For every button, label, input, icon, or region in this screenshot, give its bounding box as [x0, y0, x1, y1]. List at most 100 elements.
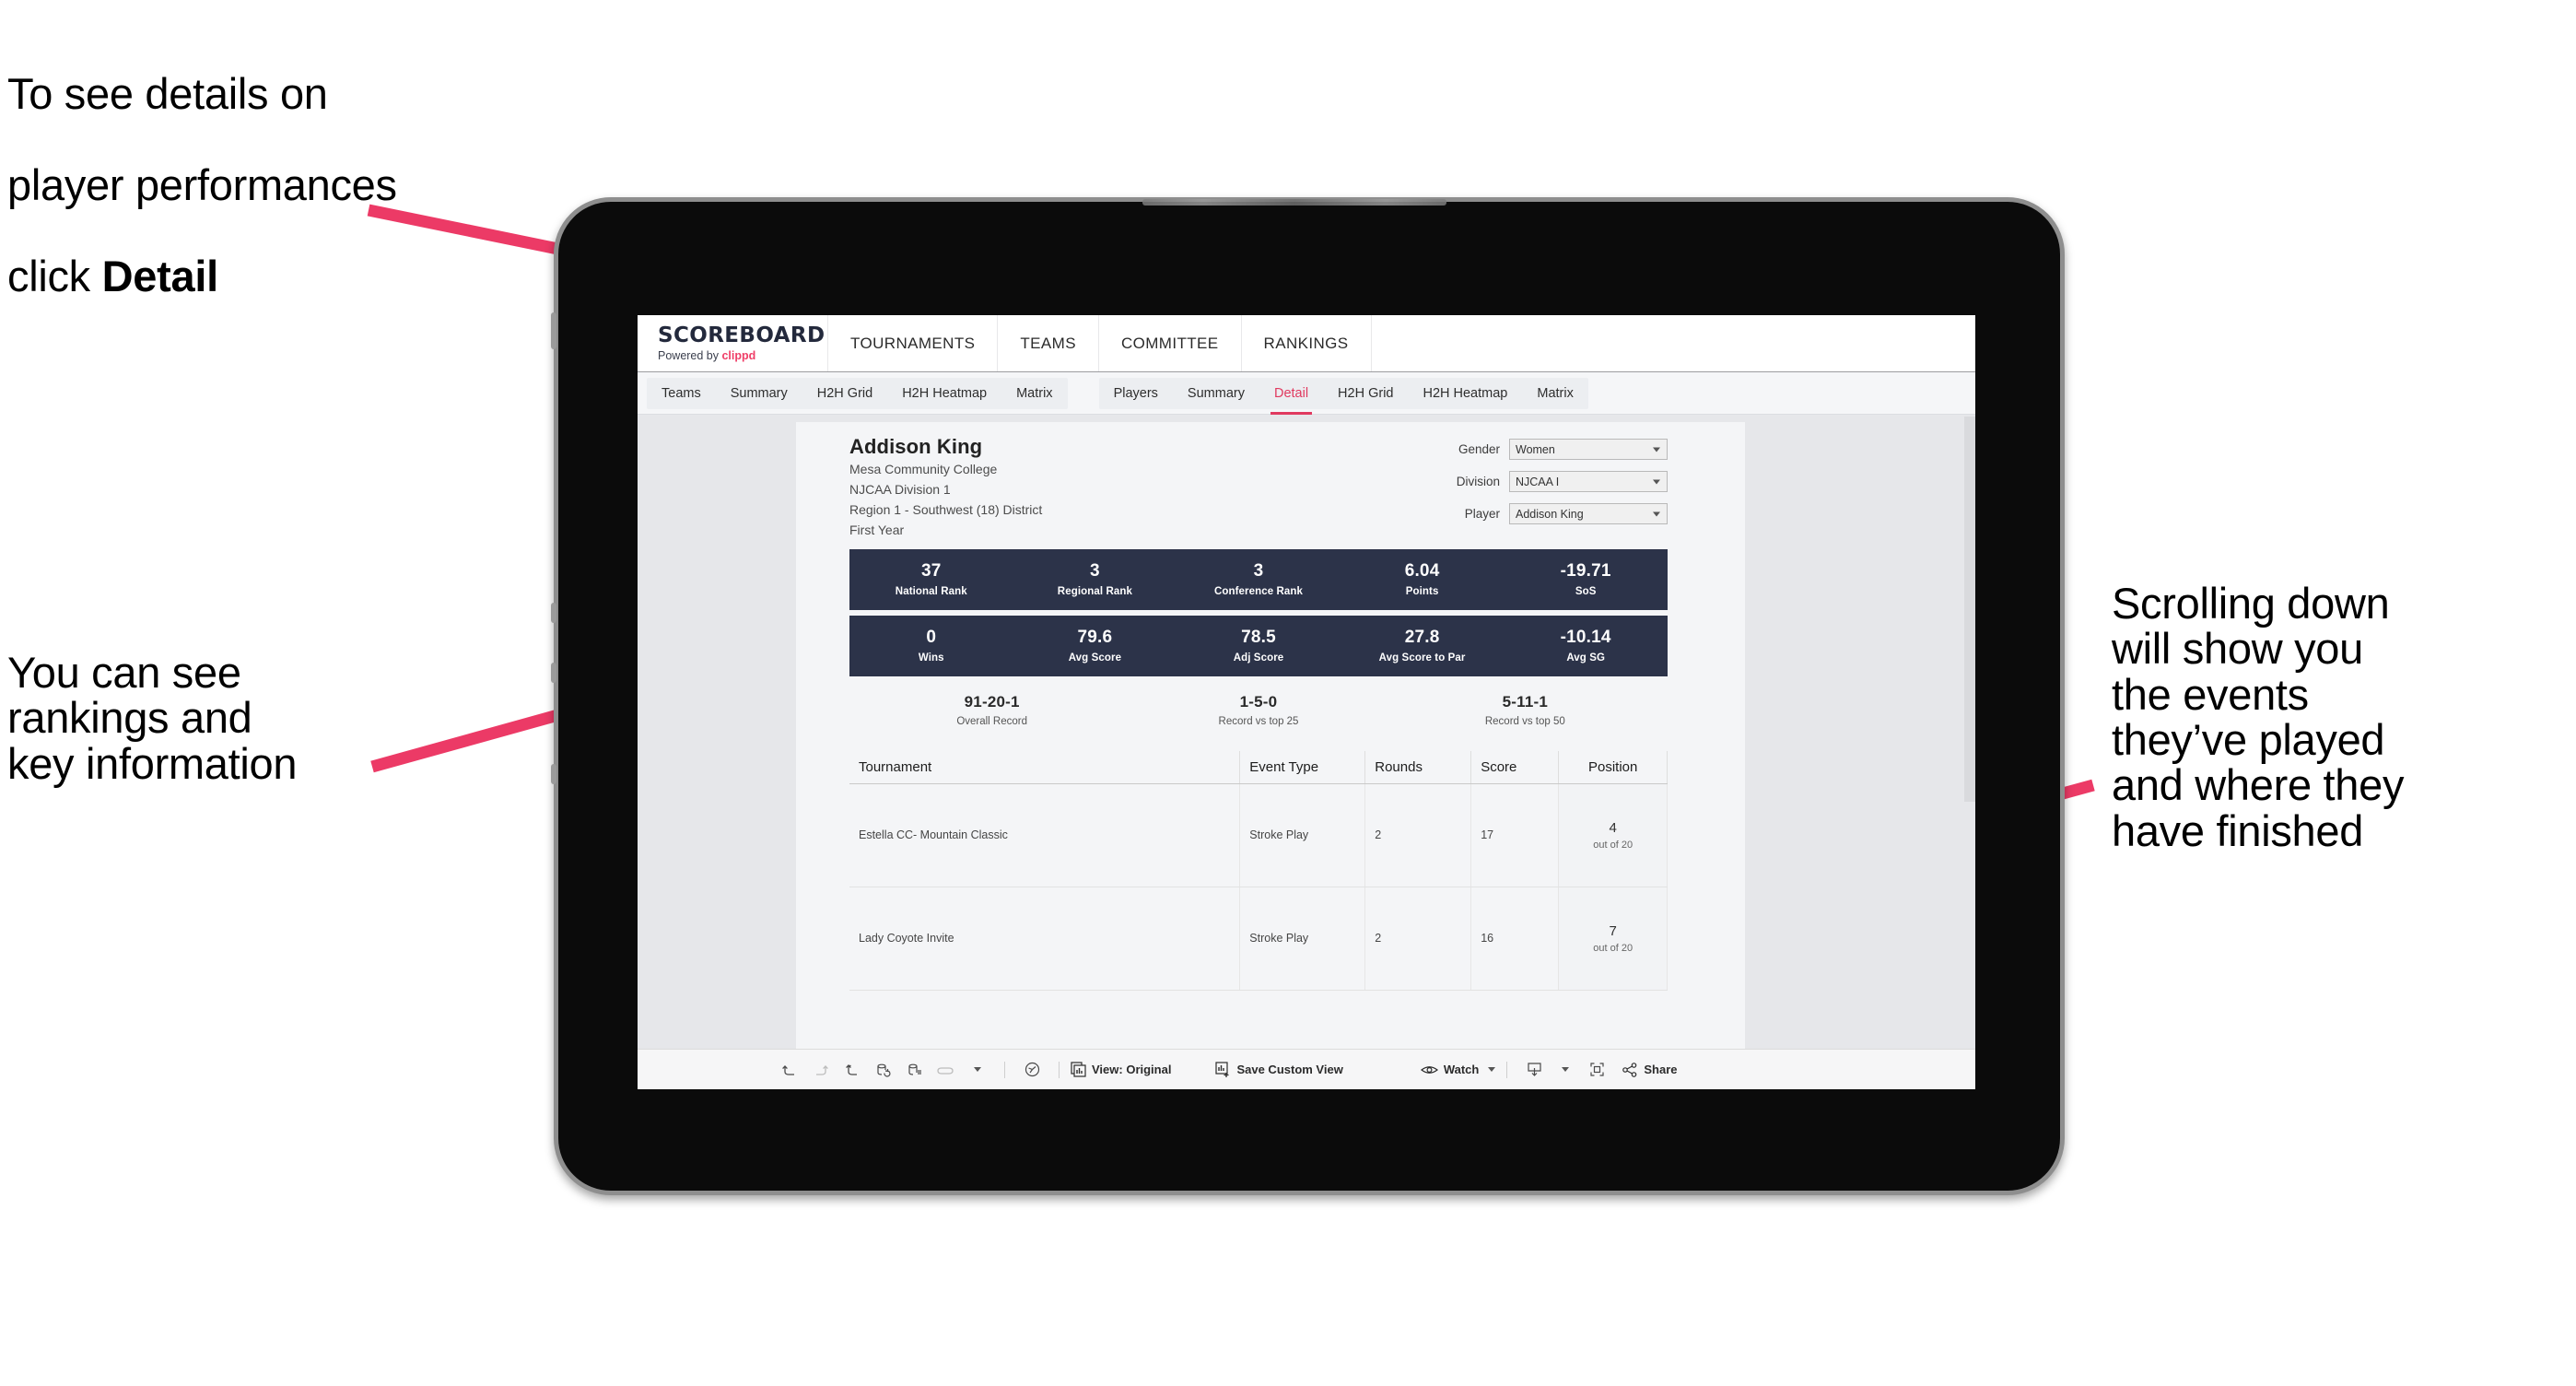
tab-players-detail[interactable]: Detail	[1259, 378, 1323, 415]
cell-event-type: Stroke Play	[1239, 887, 1366, 991]
pause-auto-update-icon[interactable]	[1016, 1056, 1048, 1084]
top-nav-item-committee[interactable]: COMMITTEE	[1099, 315, 1242, 371]
filter-label-gender: Gender	[1458, 442, 1500, 456]
refresh-data-icon[interactable]	[868, 1056, 899, 1084]
position-value: 7	[1609, 922, 1617, 939]
cell-position: 7 out of 20	[1558, 887, 1668, 991]
stat-avg-score-to-par: 27.8 Avg Score to Par	[1341, 628, 1505, 664]
record-vs-top-50: 5-11-1 Record vs top 50	[1392, 693, 1658, 727]
pause-data-icon[interactable]	[899, 1056, 931, 1084]
table-row[interactable]: Estella CC- Mountain Classic Stroke Play…	[849, 783, 1668, 887]
tab-teams-matrix[interactable]: Matrix	[1001, 378, 1067, 409]
tab-bar: Teams Summary H2H Grid H2H Heatmap Matri…	[638, 372, 1975, 415]
share-button[interactable]: Share	[1622, 1062, 1678, 1078]
top-navigation: TOURNAMENTS TEAMS COMMITTEE RANKINGS	[827, 315, 1372, 371]
dashboard-sheet: Addison King Mesa Community College NJCA…	[796, 422, 1745, 1049]
tab-teams-h2h-grid[interactable]: H2H Grid	[802, 378, 887, 409]
top-nav-item-tournaments[interactable]: TOURNAMENTS	[827, 315, 999, 371]
events-table-head: Tournament Event Type Rounds Score Posit…	[849, 750, 1668, 784]
record-value: 5-11-1	[1502, 692, 1549, 711]
record-overall: 91-20-1 Overall Record	[859, 693, 1125, 727]
top-nav-item-teams[interactable]: TEAMS	[998, 315, 1099, 371]
stats-bar-scoring: 0 Wins 79.6 Avg Score 78.5 Adj Score 27.…	[849, 615, 1668, 676]
tab-teams-summary[interactable]: Summary	[716, 378, 802, 409]
chevron-down-icon	[1653, 479, 1660, 484]
tab-players-h2h-heatmap[interactable]: H2H Heatmap	[1408, 378, 1522, 409]
stat-conference-rank: 3 Conference Rank	[1177, 562, 1341, 597]
filter-row-gender: Gender Women	[1408, 439, 1668, 460]
fullscreen-icon[interactable]	[1581, 1056, 1612, 1084]
tab-players-summary[interactable]: Summary	[1173, 378, 1259, 409]
save-view-icon	[1215, 1062, 1231, 1077]
loop-icon[interactable]	[931, 1056, 962, 1084]
filter-select-gender[interactable]: Women	[1509, 439, 1668, 460]
brand-logo[interactable]: SCOREBOARD Powered by clippd	[638, 324, 827, 362]
stat-label: Regional Rank	[1057, 585, 1132, 597]
position-field-size: out of 20	[1593, 942, 1633, 954]
column-header-event-type[interactable]: Event Type	[1239, 750, 1366, 784]
slide-canvas: To see details on player performances cl…	[0, 0, 2576, 1386]
toolbar-divider	[1059, 1061, 1060, 1078]
vertical-scrollbar[interactable]	[1964, 417, 1975, 802]
view-original-button[interactable]: View: Original	[1071, 1062, 1171, 1077]
annotation-detail-note: To see details on player performances cl…	[7, 26, 615, 299]
stat-national-rank: 37 National Rank	[849, 562, 1013, 597]
tab-players-h2h-grid[interactable]: H2H Grid	[1323, 378, 1408, 409]
stat-label: Avg Score	[1068, 652, 1122, 664]
download-icon[interactable]	[1518, 1056, 1550, 1084]
revert-icon[interactable]	[837, 1056, 868, 1084]
stat-value: 78.5	[1241, 627, 1276, 647]
record-summary-row: 91-20-1 Overall Record 1-5-0 Record vs t…	[849, 693, 1668, 727]
stat-value: 6.04	[1404, 560, 1440, 581]
tablet-volume-down-button[interactable]	[551, 663, 556, 683]
column-header-rounds[interactable]: Rounds	[1364, 750, 1472, 784]
stat-avg-sg: -10.14 Avg SG	[1504, 628, 1668, 664]
filter-row-division: Division NJCAA I	[1408, 471, 1668, 492]
column-header-position[interactable]: Position	[1558, 750, 1668, 784]
bottom-toolbar: View: Original Save Custom View Watch Sh…	[638, 1049, 1975, 1089]
stat-label: Conference Rank	[1213, 585, 1304, 597]
column-header-tournament[interactable]: Tournament	[849, 750, 1241, 784]
record-value: 91-20-1	[964, 692, 1020, 711]
tablet-side-button[interactable]	[551, 764, 556, 784]
view-layers-icon	[1071, 1062, 1086, 1077]
filter-select-division[interactable]: NJCAA I	[1509, 471, 1668, 492]
redo-icon[interactable]	[805, 1056, 837, 1084]
chevron-down-icon[interactable]	[1550, 1056, 1581, 1084]
tab-players[interactable]: Players	[1099, 378, 1173, 409]
tablet-volume-up-button[interactable]	[551, 603, 556, 623]
chevron-down-icon	[1653, 447, 1660, 452]
chevron-down-icon[interactable]	[962, 1056, 993, 1084]
table-row[interactable]: Lady Coyote Invite Stroke Play 2 16 7 ou…	[849, 887, 1668, 991]
watch-button[interactable]: Watch	[1420, 1063, 1496, 1076]
chevron-down-icon	[1653, 511, 1660, 516]
events-table-body: Estella CC- Mountain Classic Stroke Play…	[849, 783, 1668, 991]
stat-label: Wins	[918, 652, 944, 664]
cell-tournament: Lady Coyote Invite	[849, 887, 1241, 991]
filter-select-player[interactable]: Addison King	[1509, 503, 1668, 524]
toolbar-icon-group: View: Original Save Custom View Watch Sh…	[774, 1056, 1678, 1084]
column-header-score[interactable]: Score	[1470, 750, 1560, 784]
tab-players-matrix[interactable]: Matrix	[1522, 378, 1587, 409]
toolbar-divider	[1506, 1061, 1508, 1078]
top-nav-item-rankings[interactable]: RANKINGS	[1242, 315, 1372, 371]
brand-powered-prefix: Powered by	[658, 348, 722, 362]
stat-label: National Rank	[895, 585, 967, 597]
stat-value: 3	[1253, 560, 1264, 581]
watch-label: Watch	[1443, 1063, 1480, 1076]
annotation-detail-line1: To see details on	[7, 69, 328, 119]
tablet-power-button[interactable]	[551, 312, 556, 349]
cell-score: 17	[1470, 783, 1560, 887]
app-header: SCOREBOARD Powered by clippd TOURNAMENTS…	[638, 315, 1975, 372]
tab-teams-h2h-heatmap[interactable]: H2H Heatmap	[887, 378, 1001, 409]
toolbar-divider	[1004, 1061, 1005, 1078]
events-table-header-row: Tournament Event Type Rounds Score Posit…	[849, 750, 1668, 784]
save-custom-view-button[interactable]: Save Custom View	[1215, 1062, 1343, 1077]
chevron-down-icon	[1488, 1067, 1496, 1072]
tab-teams[interactable]: Teams	[647, 378, 716, 409]
undo-icon[interactable]	[774, 1056, 805, 1084]
stat-value: 79.6	[1077, 627, 1113, 647]
dashboard-content: Addison King Mesa Community College NJCA…	[849, 435, 1668, 991]
view-original-label: View: Original	[1092, 1063, 1172, 1076]
stat-value: -10.14	[1560, 627, 1611, 647]
